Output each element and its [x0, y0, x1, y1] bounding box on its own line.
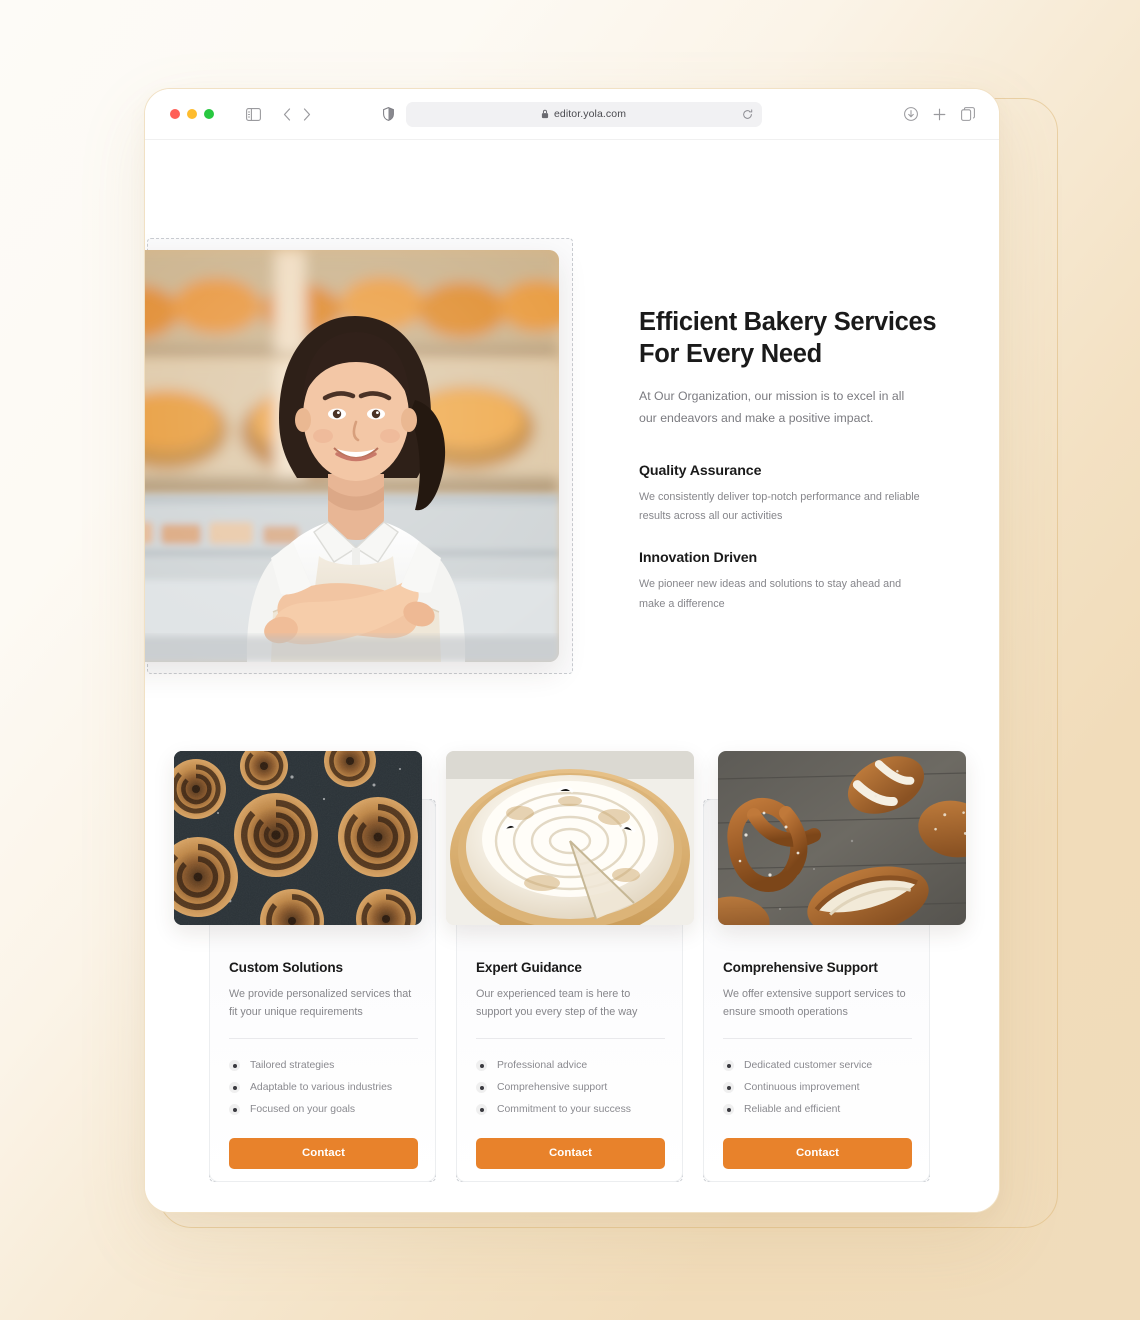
card-image-meringue-pie[interactable]: [446, 751, 694, 925]
bullet-icon: [723, 1082, 734, 1094]
download-icon[interactable]: [904, 107, 918, 121]
tab-overview-icon[interactable]: [961, 107, 975, 121]
plus-icon[interactable]: [933, 108, 946, 121]
list-item-label: Tailored strategies: [250, 1060, 335, 1072]
browser-window: editor.yola.com Efficient Bakery Service…: [144, 88, 1000, 1213]
lock-icon: [541, 109, 549, 119]
services-cards-section: Custom Solutions We provide personalized…: [145, 140, 999, 1212]
contact-button[interactable]: Contact: [229, 1137, 418, 1169]
list-item: Dedicated customer service: [723, 1055, 912, 1077]
bullet-icon: [723, 1104, 734, 1116]
sidebar-toggle-icon[interactable]: [246, 107, 261, 121]
list-item: Adaptable to various industries: [229, 1077, 418, 1099]
card-content-expert-guidance: Expert Guidance Our experienced team is …: [476, 960, 665, 1169]
card-title: Custom Solutions: [229, 960, 343, 975]
card-description: We offer extensive support services to e…: [723, 988, 906, 1019]
forward-navigation-icon[interactable]: [303, 107, 311, 121]
bullet-icon: [476, 1060, 487, 1072]
close-window-button[interactable]: [170, 109, 180, 119]
list-item: Continuous improvement: [723, 1077, 912, 1099]
contact-button[interactable]: Contact: [476, 1137, 665, 1169]
window-traffic-lights[interactable]: [170, 109, 214, 119]
address-bar-url: editor.yola.com: [553, 108, 627, 120]
card-title: Expert Guidance: [476, 960, 582, 975]
bullet-icon: [723, 1060, 734, 1072]
address-bar[interactable]: editor.yola.com: [405, 101, 762, 127]
card-feature-list: Professional advice Comprehensive suppor…: [476, 1055, 665, 1121]
list-item: Commitment to your success: [476, 1099, 665, 1121]
card-divider: [476, 1037, 665, 1039]
list-item: Professional advice: [476, 1055, 665, 1077]
bullet-icon: [229, 1082, 240, 1094]
list-item: Reliable and efficient: [723, 1099, 912, 1121]
browser-toolbar: editor.yola.com: [145, 89, 999, 140]
card-description: Our experienced team is here to support …: [476, 988, 638, 1019]
privacy-shield-icon[interactable]: [382, 107, 394, 121]
card-divider: [723, 1037, 912, 1039]
card-title: Comprehensive Support: [723, 960, 878, 975]
card-feature-list: Dedicated customer service Continuous im…: [723, 1055, 912, 1121]
zoom-window-button[interactable]: [204, 109, 214, 119]
back-navigation-icon[interactable]: [283, 107, 291, 121]
minimize-window-button[interactable]: [187, 109, 197, 119]
list-item-label: Continuous improvement: [744, 1082, 860, 1094]
card-image-cinnamon-rolls[interactable]: [174, 751, 422, 925]
card-content-comprehensive-support: Comprehensive Support We offer extensive…: [723, 960, 912, 1169]
card-image-pretzels[interactable]: [718, 751, 966, 925]
list-item-label: Commitment to your success: [497, 1104, 631, 1116]
bullet-icon: [476, 1104, 487, 1116]
list-item-label: Professional advice: [497, 1060, 588, 1072]
list-item-label: Dedicated customer service: [744, 1060, 873, 1072]
list-item-label: Comprehensive support: [497, 1082, 608, 1094]
card-feature-list: Tailored strategies Adaptable to various…: [229, 1055, 418, 1121]
card-description: We provide personalized services that fi…: [229, 988, 412, 1019]
bullet-icon: [229, 1104, 240, 1116]
bullet-icon: [476, 1082, 487, 1094]
website-canvas: Efficient Bakery Services For Every Need…: [145, 140, 999, 1212]
list-item: Focused on your goals: [229, 1099, 418, 1121]
list-item-label: Focused on your goals: [250, 1104, 356, 1116]
list-item: Comprehensive support: [476, 1077, 665, 1099]
card-divider: [229, 1037, 418, 1039]
list-item: Tailored strategies: [229, 1055, 418, 1077]
list-item-label: Adaptable to various industries: [250, 1082, 393, 1094]
contact-button[interactable]: Contact: [723, 1137, 912, 1169]
bullet-icon: [229, 1060, 240, 1072]
card-content-custom-solutions: Custom Solutions We provide personalized…: [229, 960, 418, 1169]
reload-icon[interactable]: [742, 108, 753, 120]
list-item-label: Reliable and efficient: [744, 1104, 841, 1116]
